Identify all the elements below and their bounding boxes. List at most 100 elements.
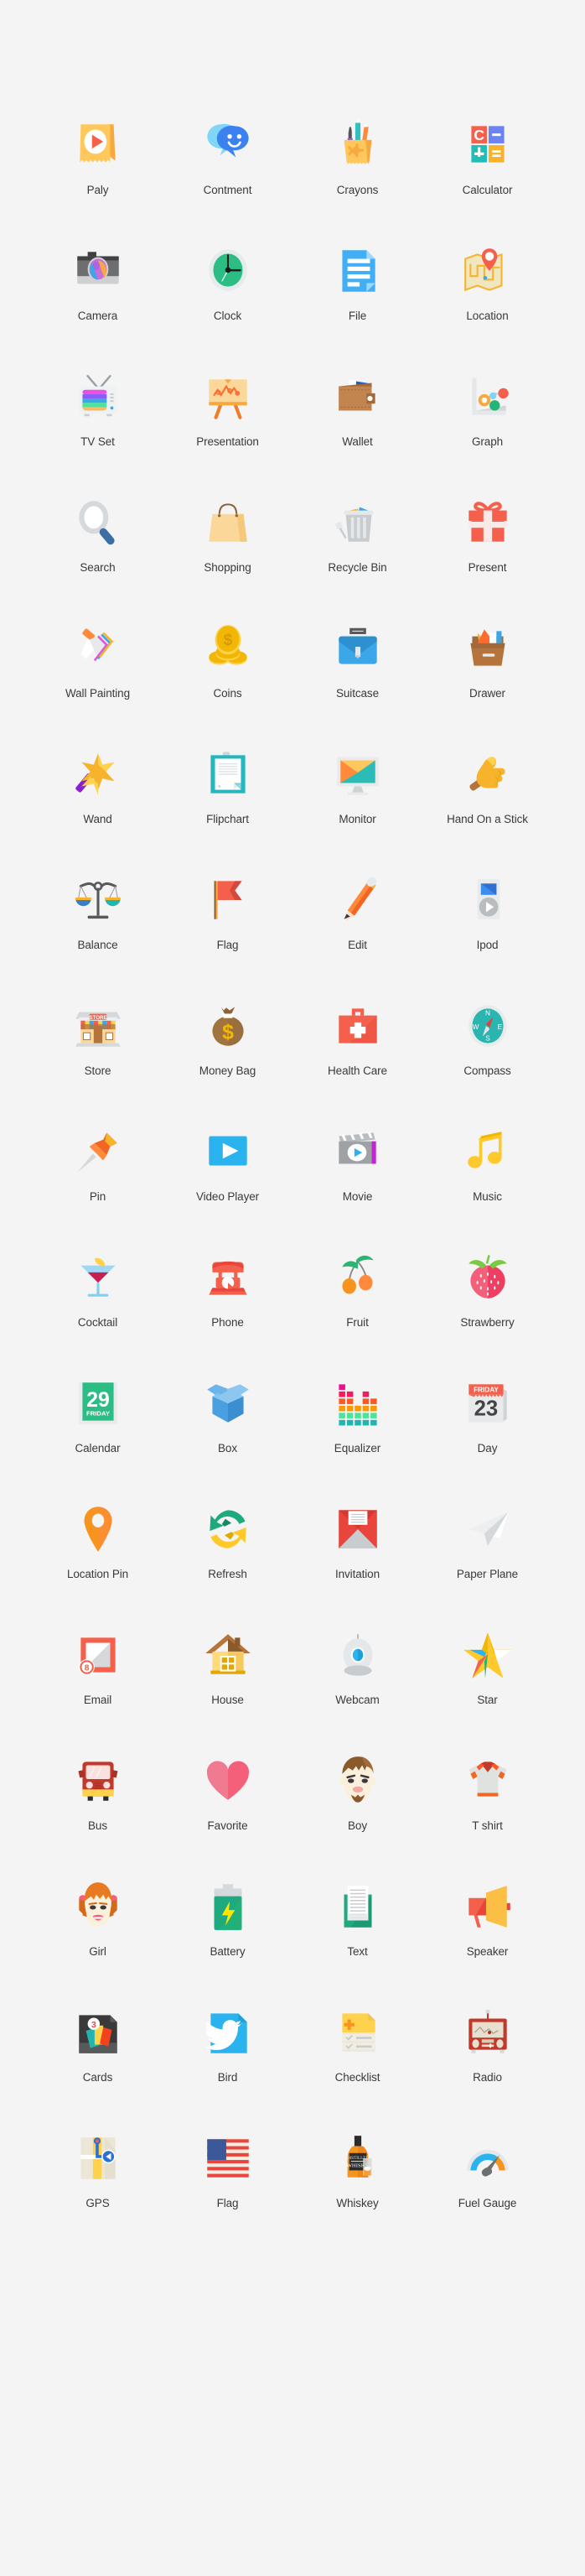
balance-scale-icon[interactable]: [70, 872, 126, 928]
icon-cell-hand-on-a-stick[interactable]: Hand On a Stick: [422, 747, 552, 872]
monitor-icon[interactable]: [330, 747, 386, 802]
drawer-icon[interactable]: [460, 621, 515, 676]
shopping-bag-icon[interactable]: [200, 495, 256, 550]
icon-cell-ipod[interactable]: Ipod: [422, 872, 552, 998]
icon-cell-suitcase[interactable]: Suitcase: [292, 621, 422, 747]
hand-on-stick-icon[interactable]: [460, 747, 515, 802]
whiskey-bottle-icon[interactable]: DISTILLED WHISKY: [330, 2131, 386, 2186]
icon-cell-balance[interactable]: Balance: [33, 872, 163, 998]
compass-icon[interactable]: N S W E: [460, 998, 515, 1054]
icon-cell-present[interactable]: Present: [422, 495, 552, 621]
text-document-icon[interactable]: [330, 1879, 386, 1934]
invitation-icon[interactable]: [330, 1501, 386, 1557]
speaker-megaphone-icon[interactable]: [460, 1879, 515, 1934]
icon-cell-day[interactable]: FRIDAY 23Day: [422, 1376, 552, 1501]
icon-cell-clock[interactable]: Clock: [163, 243, 292, 369]
icon-cell-wand[interactable]: Wand: [33, 747, 163, 872]
icon-cell-invitation[interactable]: Invitation: [292, 1501, 422, 1627]
icon-cell-t-shirt[interactable]: T shirt: [422, 1753, 552, 1879]
icon-cell-graph[interactable]: Graph: [422, 369, 552, 495]
store-icon[interactable]: STORE: [70, 998, 126, 1054]
tv-set-icon[interactable]: [70, 369, 126, 424]
fuel-gauge-icon[interactable]: [460, 2131, 515, 2186]
icon-cell-search[interactable]: Search: [33, 495, 163, 621]
bird-icon[interactable]: [200, 2005, 256, 2060]
icon-cell-contment[interactable]: Contment: [163, 117, 292, 243]
movie-clapper-icon[interactable]: [330, 1124, 386, 1179]
cards-icon[interactable]: 3: [70, 2005, 126, 2060]
icon-cell-refresh[interactable]: Refresh: [163, 1501, 292, 1627]
icon-cell-compass[interactable]: N S W E Compass: [422, 998, 552, 1124]
gps-icon[interactable]: [70, 2131, 126, 2186]
usa-flag-icon[interactable]: [200, 2131, 256, 2186]
icon-cell-equalizer[interactable]: Equalizer: [292, 1376, 422, 1501]
icon-cell-boy[interactable]: Boy: [292, 1753, 422, 1879]
icon-cell-drawer[interactable]: Drawer: [422, 621, 552, 747]
battery-icon[interactable]: [200, 1879, 256, 1934]
icon-cell-battery[interactable]: Battery: [163, 1879, 292, 2005]
icon-cell-paper-plane[interactable]: Paper Plane: [422, 1501, 552, 1627]
icon-cell-star[interactable]: Star: [422, 1627, 552, 1753]
icon-cell-pin[interactable]: Pin: [33, 1124, 163, 1250]
checklist-icon[interactable]: [330, 2005, 386, 2060]
location-pin-icon[interactable]: [70, 1501, 126, 1557]
icon-cell-whiskey[interactable]: DISTILLED WHISKY Whiskey: [292, 2131, 422, 2256]
chat-bubbles-icon[interactable]: [200, 117, 256, 173]
crayons-cup-icon[interactable]: [330, 117, 386, 173]
icon-cell-edit[interactable]: Edit: [292, 872, 422, 998]
coins-icon[interactable]: $: [200, 621, 256, 676]
icon-cell-flipchart[interactable]: Flipchart: [163, 747, 292, 872]
icon-cell-calendar[interactable]: 29 FRIDAYCalendar: [33, 1376, 163, 1501]
clock-icon[interactable]: [200, 243, 256, 299]
wallet-icon[interactable]: VISA: [330, 369, 386, 424]
house-icon[interactable]: [200, 1627, 256, 1683]
icon-cell-strawberry[interactable]: Strawberry: [422, 1250, 552, 1376]
icon-cell-store[interactable]: STORE Store: [33, 998, 163, 1124]
icon-cell-video-player[interactable]: Video Player: [163, 1124, 292, 1250]
push-pin-icon[interactable]: [70, 1124, 126, 1179]
icon-cell-location[interactable]: Location: [422, 243, 552, 369]
paint-roller-icon[interactable]: [70, 621, 126, 676]
calculator-icon[interactable]: C: [460, 117, 515, 173]
money-bag-icon[interactable]: $: [200, 998, 256, 1054]
camera-icon[interactable]: [70, 243, 126, 299]
icon-cell-flag[interactable]: Flag: [163, 2131, 292, 2256]
map-location-icon[interactable]: [460, 243, 515, 299]
icon-cell-phone[interactable]: Phone: [163, 1250, 292, 1376]
icon-cell-webcam[interactable]: Webcam: [292, 1627, 422, 1753]
icon-cell-cocktail[interactable]: Cocktail: [33, 1250, 163, 1376]
icon-cell-box[interactable]: Box: [163, 1376, 292, 1501]
tshirt-icon[interactable]: [460, 1753, 515, 1808]
icon-cell-text[interactable]: Text: [292, 1879, 422, 2005]
heart-favorite-icon[interactable]: [200, 1753, 256, 1808]
icon-cell-email[interactable]: 8Email: [33, 1627, 163, 1753]
icon-cell-gps[interactable]: GPS: [33, 2131, 163, 2256]
icon-cell-recycle-bin[interactable]: Recycle Bin: [292, 495, 422, 621]
strawberry-icon[interactable]: [460, 1250, 515, 1305]
music-note-icon[interactable]: [460, 1124, 515, 1179]
star-icon[interactable]: [460, 1627, 515, 1683]
refresh-icon[interactable]: [200, 1501, 256, 1557]
girl-avatar-icon[interactable]: [70, 1879, 126, 1934]
icon-cell-girl[interactable]: Girl: [33, 1879, 163, 2005]
icon-cell-fruit[interactable]: Fruit: [292, 1250, 422, 1376]
open-box-icon[interactable]: [200, 1376, 256, 1431]
webcam-icon[interactable]: [330, 1627, 386, 1683]
icon-cell-presentation[interactable]: Presentation: [163, 369, 292, 495]
pencil-edit-icon[interactable]: [330, 872, 386, 928]
magic-wand-icon[interactable]: [70, 747, 126, 802]
cherries-fruit-icon[interactable]: [330, 1250, 386, 1305]
bus-icon[interactable]: [70, 1753, 126, 1808]
icon-cell-paly[interactable]: Paly: [33, 117, 163, 243]
icon-cell-file[interactable]: File: [292, 243, 422, 369]
gift-present-icon[interactable]: [460, 495, 515, 550]
icon-cell-bird[interactable]: Bird: [163, 2005, 292, 2131]
calendar-icon[interactable]: 29 FRIDAY: [70, 1376, 126, 1431]
radio-icon[interactable]: [460, 2005, 515, 2060]
file-document-icon[interactable]: [330, 243, 386, 299]
icon-cell-fuel-gauge[interactable]: Fuel Gauge: [422, 2131, 552, 2256]
search-icon[interactable]: [70, 495, 126, 550]
suitcase-icon[interactable]: [330, 621, 386, 676]
icon-cell-shopping[interactable]: Shopping: [163, 495, 292, 621]
phone-icon[interactable]: [200, 1250, 256, 1305]
